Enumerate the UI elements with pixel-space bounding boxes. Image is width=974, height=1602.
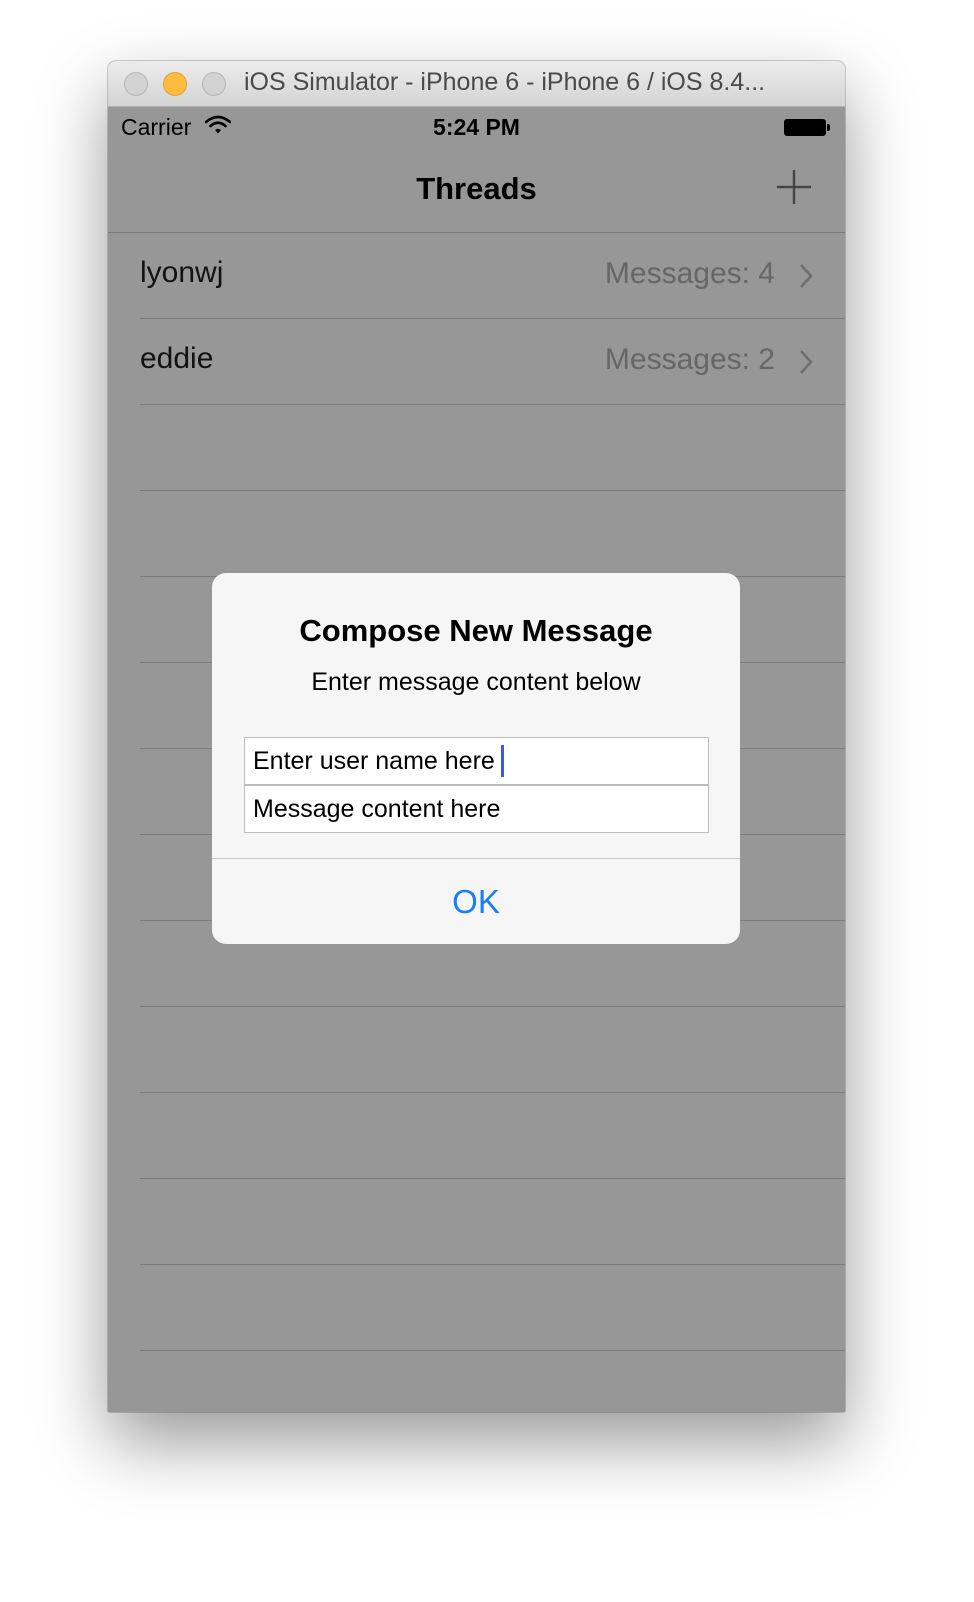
page-title: Threads (416, 171, 537, 206)
empty-row-divider (140, 490, 845, 491)
battery-icon (784, 119, 830, 136)
chevron-right-icon (800, 264, 813, 288)
navigation-bar: Threads (108, 147, 845, 233)
window-title: iOS Simulator - iPhone 6 - iPhone 6 / iO… (244, 68, 766, 96)
thread-row[interactable]: lyonwj Messages: 4 (108, 233, 845, 319)
empty-row-divider (140, 1264, 845, 1265)
status-time: 5:24 PM (433, 114, 520, 140)
thread-name: eddie (140, 342, 214, 375)
thread-name: lyonwj (140, 256, 224, 289)
close-window-button[interactable] (124, 72, 148, 96)
thread-row[interactable]: eddie Messages: 2 (108, 319, 845, 405)
zoom-window-button[interactable] (202, 72, 226, 96)
alert-title: Compose New Message (299, 613, 653, 648)
message-count: Messages: 2 (604, 343, 775, 376)
ok-button[interactable]: OK (212, 859, 740, 944)
row-divider (140, 404, 845, 405)
plus-icon[interactable] (776, 169, 812, 205)
empty-row-divider (140, 1350, 845, 1351)
message-content-field[interactable] (244, 785, 709, 833)
text-cursor (501, 745, 504, 777)
empty-row-divider (140, 1092, 845, 1093)
empty-row-divider (140, 1006, 845, 1007)
minimize-window-button[interactable] (163, 72, 187, 96)
empty-row-divider (140, 1178, 845, 1179)
user-name-field[interactable] (244, 737, 709, 785)
alert-message: Enter message content below (311, 668, 641, 696)
status-bar: Carrier 5:24 PM (108, 107, 845, 147)
chevron-right-icon (800, 350, 813, 374)
window-titlebar[interactable]: iOS Simulator - iPhone 6 - iPhone 6 / iO… (108, 61, 845, 107)
compose-alert-dialog: Compose New Message Enter message conten… (212, 573, 740, 944)
message-count: Messages: 4 (604, 257, 775, 290)
